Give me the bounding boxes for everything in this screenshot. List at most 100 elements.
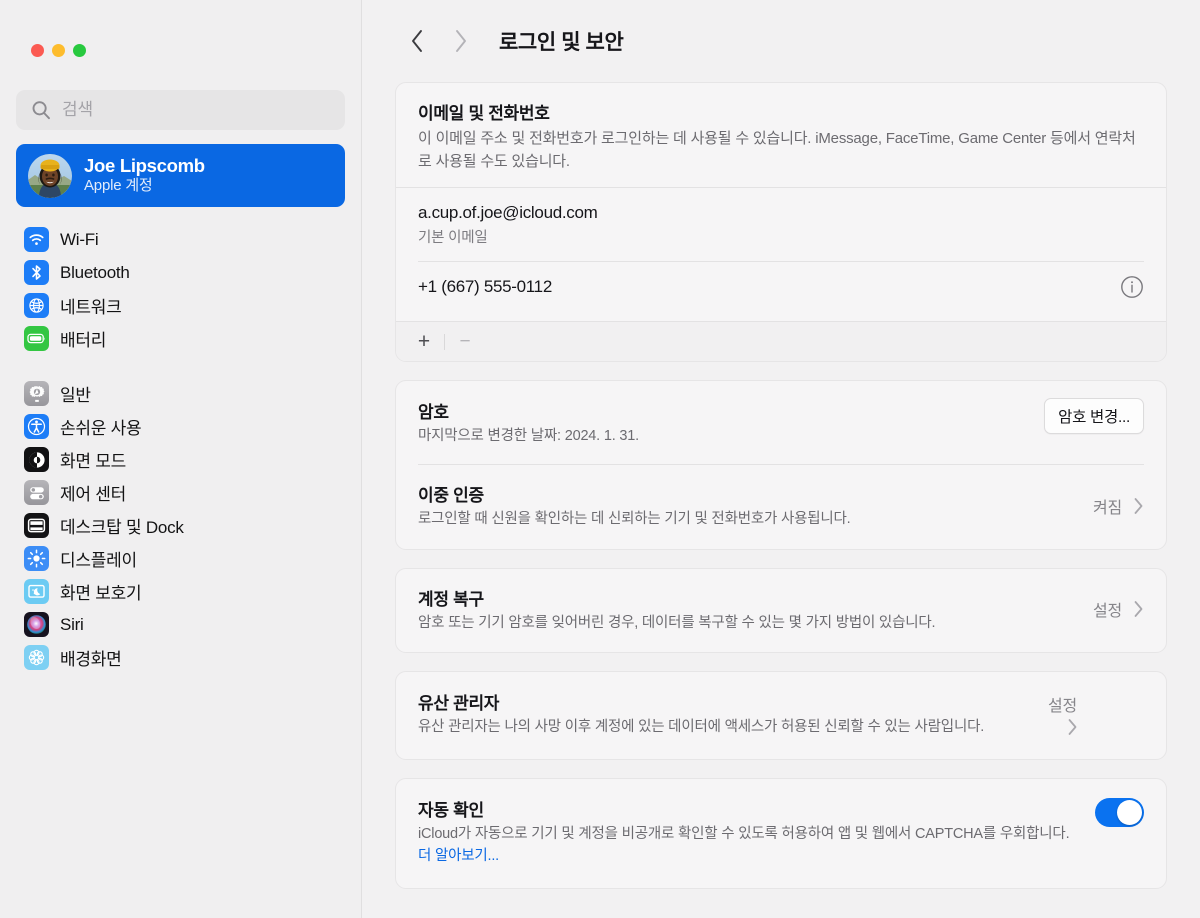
sidebar-item-siri[interactable]: Siri (16, 608, 345, 641)
screensaver-icon (24, 579, 49, 604)
desktop-dock-icon (24, 513, 49, 538)
system-settings-window: Joe Lipscomb Apple 계정 Wi-Fi (0, 0, 1200, 918)
avatar (28, 153, 72, 198)
sidebar-item-label: 일반 (60, 386, 91, 405)
search-input[interactable] (62, 100, 322, 120)
sidebar-item-label: 네트워크 (60, 298, 122, 317)
gear-icon (24, 381, 49, 406)
sidebar: Joe Lipscomb Apple 계정 Wi-Fi (0, 0, 362, 918)
account-recovery-title: 계정 복구 (418, 589, 484, 609)
automatic-verification-card: 자동 확인 iCloud가 자동으로 기기 및 계정을 비공개로 확인할 수 있… (395, 778, 1167, 889)
legacy-contact-card[interactable]: 유산 관리자 유산 관리자는 나의 사망 이후 계정에 있는 데이터에 액세스가… (395, 671, 1167, 760)
contact-card: 이메일 및 전화번호 이 이메일 주소 및 전화번호가 로그인하는 데 사용될 … (395, 82, 1167, 362)
account-name: Joe Lipscomb (84, 154, 205, 176)
accessibility-icon (24, 414, 49, 439)
sidebar-item-bluetooth[interactable]: Bluetooth (16, 256, 345, 289)
wallpaper-icon (24, 645, 49, 670)
sidebar-item-network[interactable]: 네트워크 (16, 289, 345, 322)
siri-icon (24, 612, 49, 637)
appearance-icon (24, 447, 49, 472)
toggle-knob (1117, 800, 1142, 825)
account-subtitle: Apple 계정 (84, 177, 153, 195)
sidebar-item-general[interactable]: 일반 (16, 377, 345, 410)
automatic-verification-description: iCloud가 자동으로 기기 및 계정을 비공개로 확인할 수 있도록 허용하… (418, 824, 1085, 868)
sidebar-item-label: 데스크탑 및 Dock (60, 518, 184, 537)
sidebar-item-appearance[interactable]: 화면 모드 (16, 443, 345, 476)
legacy-contact-disclosure[interactable] (1067, 718, 1078, 736)
phone-value: +1 (667) 555-0112 (418, 277, 552, 296)
minimize-button[interactable] (52, 43, 65, 57)
two-factor-title: 이중 인증 (418, 485, 484, 505)
sidebar-item-label: Siri (60, 614, 84, 634)
divider (444, 333, 445, 350)
legacy-contact-description: 유산 관리자는 나의 사망 이후 계정에 있는 데이터에 액세스가 허용된 신뢰… (418, 719, 985, 736)
control-center-icon (24, 480, 49, 505)
battery-icon (24, 326, 49, 351)
search-field[interactable] (16, 90, 345, 130)
sidebar-item-wallpaper[interactable]: 배경화면 (16, 641, 345, 674)
two-factor-disclosure[interactable] (1133, 497, 1144, 515)
sidebar-item-label: 화면 모드 (60, 452, 127, 471)
sidebar-item-wifi[interactable]: Wi-Fi (16, 223, 345, 256)
password-title: 암호 (418, 403, 449, 422)
contact-title: 이메일 및 전화번호 (418, 104, 550, 123)
back-button[interactable] (395, 19, 439, 63)
account-recovery-card[interactable]: 계정 복구 암호 또는 기기 암호를 잊어버린 경우, 데이터를 복구할 수 있… (395, 567, 1167, 654)
password-row: 암호 마지막으로 변경한 날짜: 2024. 1. 31. 암호 변경... (396, 381, 1166, 464)
info-icon[interactable] (1120, 275, 1144, 299)
settings-content: 이메일 및 전화번호 이 이메일 주소 및 전화번호가 로그인하는 데 사용될 … (362, 82, 1200, 889)
sidebar-item-desktop-dock[interactable]: 데스크탑 및 Dock (16, 509, 345, 542)
legacy-contact-title: 유산 관리자 (418, 694, 500, 714)
two-factor-row[interactable]: 이중 인증 로그인할 때 신원을 확인하는 데 신뢰하는 기기 및 전화번호가 … (396, 465, 1166, 549)
network-globe-icon (24, 293, 49, 318)
sidebar-item-label: Bluetooth (60, 262, 130, 282)
sidebar-item-label: 배터리 (60, 331, 107, 350)
automatic-verification-title: 자동 확인 (418, 801, 484, 820)
sidebar-item-label: Wi-Fi (60, 229, 99, 249)
zoom-button[interactable] (73, 43, 86, 57)
email-label: 기본 이메일 (418, 230, 488, 246)
page-title: 로그인 및 보안 (499, 31, 624, 54)
sidebar-item-battery[interactable]: 배터리 (16, 322, 345, 355)
main-panel: 로그인 및 보안 이메일 및 전화번호 이 이메일 주소 및 전화번호가 로그인… (362, 0, 1200, 918)
brightness-icon (24, 546, 49, 571)
legacy-contact-status: 설정 (1048, 698, 1078, 716)
search-icon (30, 99, 52, 121)
sidebar-group-connectivity: Wi-Fi Bluetooth 네트워크 배터리 (16, 223, 345, 355)
sidebar-item-apple-account[interactable]: Joe Lipscomb Apple 계정 (16, 144, 345, 207)
automatic-verification-toggle[interactable] (1095, 798, 1144, 827)
window-controls (16, 0, 345, 72)
account-recovery-status: 설정 (1092, 603, 1122, 621)
sidebar-item-accessibility[interactable]: 손쉬운 사용 (16, 410, 345, 443)
remove-contact-button[interactable]: − (451, 329, 479, 355)
automatic-verification-row: 자동 확인 iCloud가 자동으로 기기 및 계정을 비공개로 확인할 수 있… (396, 779, 1166, 888)
contact-description: 이 이메일 주소 및 전화번호가 로그인하는 데 사용될 수 있습니다. iMe… (418, 130, 1136, 170)
contact-header: 이메일 및 전화번호 이 이메일 주소 및 전화번호가 로그인하는 데 사용될 … (396, 83, 1166, 187)
sidebar-item-label: 디스플레이 (60, 551, 137, 570)
toolbar: 로그인 및 보안 (362, 0, 1200, 82)
automatic-verification-description-text: iCloud가 자동으로 기기 및 계정을 비공개로 확인할 수 있도록 허용하… (418, 826, 1070, 842)
sidebar-item-screensaver[interactable]: 화면 보호기 (16, 575, 345, 608)
sidebar-item-label: 화면 보호기 (60, 584, 142, 603)
forward-button[interactable] (439, 19, 483, 63)
sidebar-item-label: 배경화면 (60, 650, 122, 669)
account-recovery-row[interactable]: 계정 복구 암호 또는 기기 암호를 잊어버린 경우, 데이터를 복구할 수 있… (396, 569, 1166, 653)
two-factor-status: 켜짐 (1092, 499, 1122, 517)
sidebar-item-label: 제어 센터 (60, 485, 127, 504)
sidebar-item-control-center[interactable]: 제어 센터 (16, 476, 345, 509)
legacy-contact-row[interactable]: 유산 관리자 유산 관리자는 나의 사망 이후 계정에 있는 데이터에 액세스가… (396, 672, 1166, 759)
account-recovery-disclosure[interactable] (1133, 600, 1144, 618)
sidebar-item-label: 손쉬운 사용 (60, 419, 142, 438)
learn-more-link[interactable]: 더 알아보기... (418, 848, 499, 864)
change-password-button[interactable]: 암호 변경... (1044, 398, 1144, 434)
add-contact-button[interactable]: + (410, 329, 438, 355)
sidebar-group-system: 일반 손쉬운 사용 화면 모드 제어 센터 데스크탑 및 Dock 디스플레이 … (16, 377, 345, 674)
two-factor-description: 로그인할 때 신원을 확인하는 데 신뢰하는 기기 및 전화번호가 사용됩니다. (418, 510, 851, 527)
close-button[interactable] (31, 43, 44, 57)
sidebar-item-display[interactable]: 디스플레이 (16, 542, 345, 575)
contact-row-email[interactable]: a.cup.of.joe@icloud.com 기본 이메일 (396, 188, 1166, 261)
contact-add-remove-bar: + − (396, 321, 1166, 361)
contact-row-phone[interactable]: +1 (667) 555-0112 (396, 262, 1166, 321)
wifi-icon (24, 227, 49, 252)
password-last-changed: 마지막으로 변경한 날짜: 2024. 1. 31. (418, 428, 639, 444)
